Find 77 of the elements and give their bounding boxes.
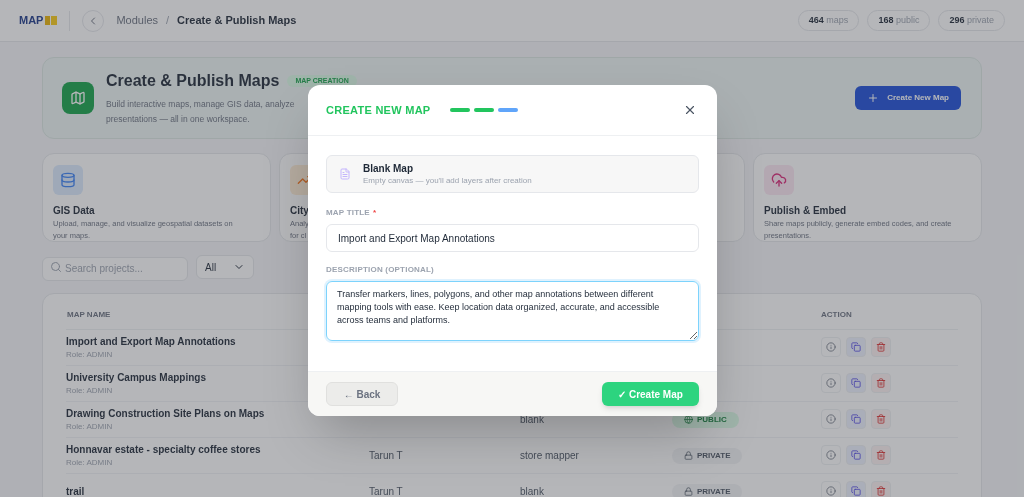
map-name[interactable]: University Campus Mappings [66,369,207,385]
copy-icon [851,450,861,460]
filter-select[interactable]: All [196,255,254,279]
globe-icon [684,415,693,424]
feature-title: GIS Data [53,204,95,218]
template-subtitle: Empty canvas — you'll add layers after creation [363,174,532,186]
map-name[interactable]: trail [66,483,85,497]
type-text: store mapper [520,449,579,461]
trash-icon [876,486,886,496]
status-badge: PRIVATE [672,483,743,497]
logo-icon [45,16,58,25]
hero-title: Create & Publish Maps [106,71,280,91]
type-text: blank [520,413,544,425]
logo-text: MAP [19,13,44,29]
trash-icon [876,450,886,460]
search-field[interactable]: Search projects... [42,256,188,281]
copy-button[interactable] [846,409,866,429]
info-button[interactable] [821,481,841,497]
search-icon [50,261,62,273]
document-icon [339,168,351,180]
description-field[interactable]: Transfer markers, lines, polygons, and other map annotations between different mapping tools with ease. Keep location data organized, accurate, and accessible across teams and platforms. [326,281,699,341]
info-button[interactable] [821,373,841,393]
info-icon [826,378,836,388]
info-button[interactable] [821,337,841,357]
copy-button[interactable] [846,481,866,497]
info-icon [826,486,836,496]
info-button[interactable] [821,409,841,429]
plus-icon [867,92,880,104]
copy-button[interactable] [846,373,866,393]
copy-icon [851,486,861,496]
feature-title: Publish & Embed [764,204,847,218]
info-icon [826,342,836,352]
copy-icon [851,378,861,388]
copy-icon [851,342,861,352]
breadcrumb-separator: / [166,13,170,29]
lock-icon [684,451,693,460]
delete-button[interactable] [871,409,891,429]
map-icon [70,90,86,106]
trash-icon [876,414,886,424]
info-button[interactable] [821,445,841,465]
delete-button[interactable] [871,481,891,497]
template-title: Blank Map [363,162,414,175]
type-text: blank [520,485,544,497]
column-header: MAP NAME [67,308,111,321]
lock-icon [684,487,693,496]
map-name[interactable]: Drawing Construction Site Plans on Maps [66,405,265,421]
hero-subtitle: Build interactive maps, manage GIS data, analyze [106,98,295,111]
breadcrumb-current: Create & Publish Maps [177,13,297,29]
feature-title: City [290,204,309,218]
trash-icon [876,378,886,388]
back-button[interactable]: ← Back [326,382,398,406]
breadcrumb-link[interactable]: Modules [116,12,159,29]
delete-button[interactable] [871,337,891,357]
dialog-title: CREATE NEW MAP [326,102,431,118]
copy-button[interactable] [846,337,866,357]
status-badge: PRIVATE [672,447,743,464]
delete-button[interactable] [871,373,891,393]
map-name[interactable]: Import and Export Map Annotations [66,333,236,349]
copy-icon [851,414,861,424]
database-icon [60,172,76,188]
map-name[interactable]: Honnavar estate - specialty coffee stores [66,441,261,457]
copy-button[interactable] [846,445,866,465]
map-title-field[interactable]: Import and Export Map Annotations [326,224,699,252]
required-mark: * [372,207,376,219]
template-card[interactable]: Blank Map Empty canvas — you'll add layers after creation [326,155,699,193]
create-new-map-button[interactable]: Create New Map [855,86,961,110]
info-icon [826,450,836,460]
cloud-upload-icon [771,172,787,188]
field-label: MAP TITLE [326,207,370,219]
delete-button[interactable] [871,445,891,465]
column-header: ACTION [821,308,852,321]
owner-text: Tarun T [369,449,403,461]
close-icon [683,103,697,117]
info-icon [826,414,836,424]
trash-icon [876,342,886,352]
field-label: DESCRIPTION (OPTIONAL) [326,264,435,276]
owner-text: Tarun T [369,485,403,497]
